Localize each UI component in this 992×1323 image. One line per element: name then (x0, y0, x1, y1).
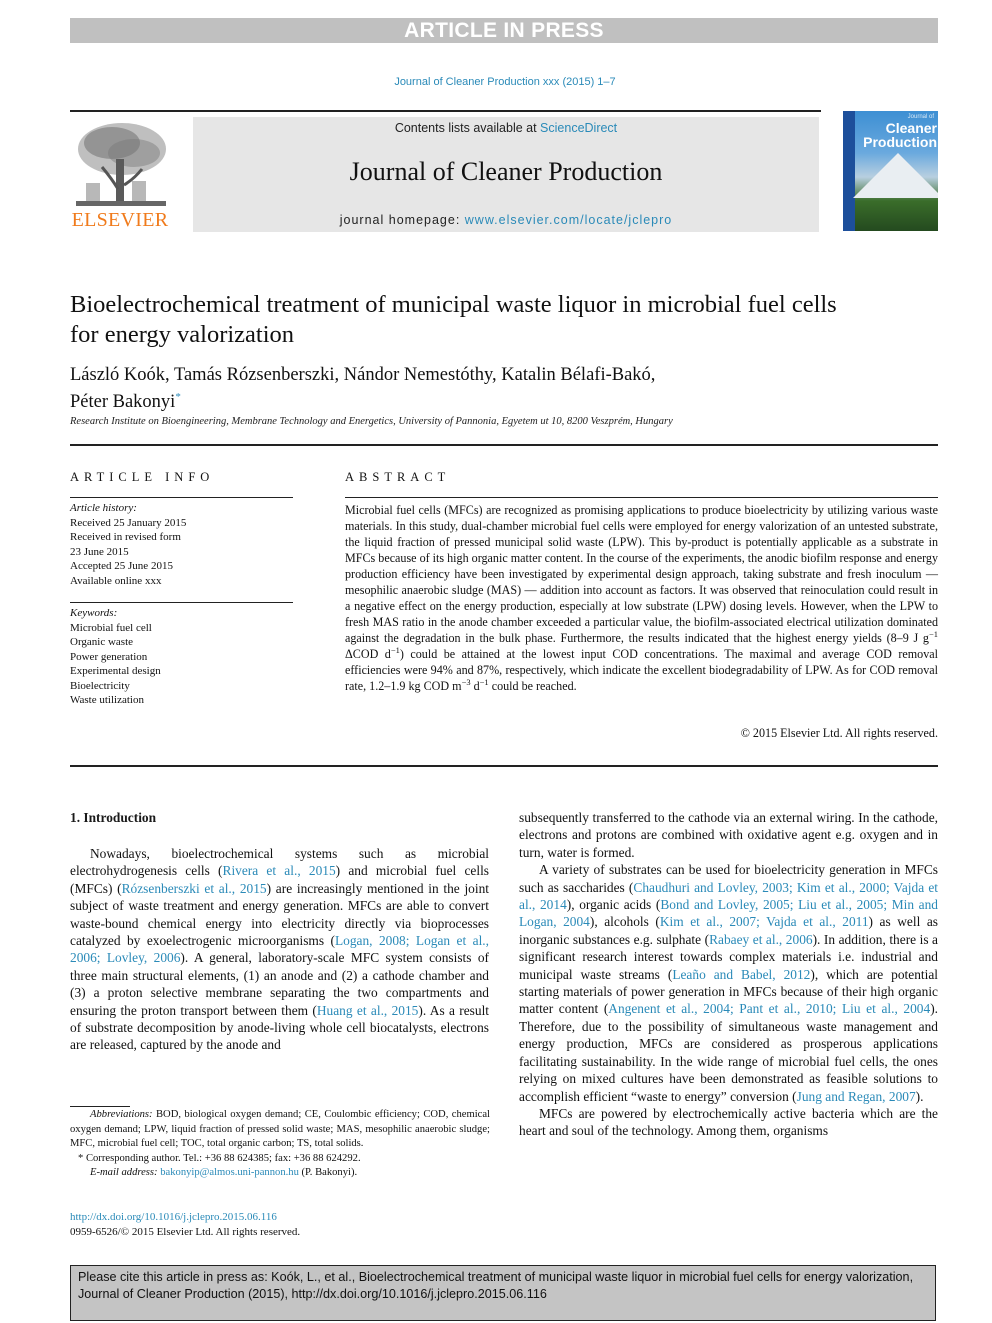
journal-name: Journal of Cleaner Production (349, 157, 663, 186)
doi-block: http://dx.doi.org/10.1016/j.jclepro.2015… (70, 1210, 490, 1240)
abstract-segment: Microbial fuel cells (MFCs) are recogniz… (345, 503, 938, 645)
keyword: Waste utilization (70, 694, 144, 706)
abstract-segment: ΔCOD d (345, 647, 391, 661)
article-in-press-banner: ARTICLE IN PRESS (70, 18, 938, 43)
author-bakonyi: Péter Bakonyi (70, 392, 176, 413)
keyword: Organic waste (70, 636, 134, 648)
citation-link[interactable]: Rózsenberszki et al., 2015 (122, 881, 267, 896)
keywords: Keywords: Microbial fuel cell Organic wa… (70, 606, 293, 708)
article-info-rule (70, 497, 293, 498)
history-item: 23 June 2015 (70, 545, 129, 558)
doi-link[interactable]: http://dx.doi.org/10.1016/j.jclepro.2015… (70, 1210, 490, 1225)
elsevier-logo[interactable]: ELSEVIER (70, 117, 170, 232)
footnotes: Abbreviations: BOD, biological oxygen de… (70, 1108, 490, 1181)
abstract-copyright: © 2015 Elsevier Ltd. All rights reserved… (740, 726, 938, 740)
corresponding-footnote: * Corresponding author. Tel.: +36 88 624… (78, 1152, 361, 1164)
paragraph-text: ), alcohols ( (589, 914, 660, 930)
corresponding-author-link[interactable]: * (175, 391, 181, 403)
abstract-segment: d (470, 679, 480, 693)
journal-header: Contents lists available at ScienceDirec… (193, 117, 819, 232)
article-title: Bioelectrochemical treatment of municipa… (70, 291, 837, 348)
contents-line: Contents lists available at ScienceDirec… (193, 121, 819, 135)
footnote-rule (70, 1106, 130, 1107)
citation-link[interactable]: Angenent et al., 2004; Pant et al., 2010… (608, 1001, 930, 1016)
paragraph-text: MFCs are powered by electrochemically ac… (519, 1105, 938, 1139)
article-history: Article history: Received 25 January 201… (70, 501, 293, 588)
email-link[interactable]: bakonyip@almos.uni-pannon.hu (160, 1167, 299, 1178)
journal-reference-link[interactable]: Journal of Cleaner Production xxx (2015)… (0, 76, 992, 88)
citation-link[interactable]: Huang et al., 2015 (317, 1003, 419, 1018)
right-column: subsequently transferred to the cathode … (519, 809, 938, 1140)
abbreviations-footnote: Abbreviations: BOD, biological oxygen de… (70, 1108, 490, 1152)
paragraph: MFCs are powered by electrochemically ac… (519, 1105, 938, 1140)
history-item: Received 25 January 2015 (70, 516, 187, 529)
issn-line: 0959-6526/© 2015 Elsevier Ltd. All right… (70, 1226, 301, 1238)
elsevier-wordmark: ELSEVIER (71, 209, 169, 231)
mountain-icon (853, 153, 938, 198)
contents-prefix: Contents lists available at (394, 121, 541, 135)
cover-title-line2: Production (863, 134, 937, 150)
abbreviations-label: Abbreviations: (90, 1109, 153, 1120)
abstract-text: Microbial fuel cells (MFCs) are recogniz… (345, 502, 938, 694)
left-column: Nowadays, bioelectrochemical systems suc… (70, 845, 489, 1054)
article-info-heading: ARTICLE INFO (70, 470, 215, 484)
abstract-superscript: −1 (479, 676, 489, 687)
history-item: Accepted 25 June 2015 (70, 560, 173, 572)
email-footnote: E-mail address: bakonyip@almos.uni-panno… (70, 1166, 490, 1181)
citation-notice: Please cite this article in press as: Ko… (70, 1265, 936, 1321)
paragraph: A variety of substrates can be used for … (519, 861, 938, 1105)
abstract-segment: ) could be attained at the lowest input … (345, 647, 938, 693)
authors-line1: László Koók, Tamás Rózsenberszki, Nándor… (70, 365, 656, 385)
keyword: Experimental design (70, 665, 161, 677)
affiliation: Research Institute on Bioengineering, Me… (70, 416, 673, 427)
paragraph-text: ), organic acids ( (566, 897, 661, 913)
history-item: Available online xxx (70, 574, 162, 587)
abstract-superscript: −1 (390, 644, 400, 655)
abstract-superscript: −1 (928, 628, 938, 639)
paragraph: subsequently transferred to the cathode … (519, 809, 938, 861)
paragraph-text: ). (915, 1088, 924, 1104)
abstract-superscript: −3 (461, 676, 471, 687)
history-label: Article history: (70, 502, 137, 514)
homepage-link[interactable]: www.elsevier.com/locate/jclepro (465, 213, 672, 227)
cover-title: Cleaner Production (857, 121, 937, 149)
citation-link[interactable]: Rivera et al., 2015 (223, 863, 336, 878)
history-item: Received in revised form (70, 531, 181, 543)
keyword: Bioelectricity (70, 679, 130, 692)
citation-link[interactable]: Leaño and Babel, 2012 (672, 967, 810, 982)
paragraph: Nowadays, bioelectrochemical systems suc… (70, 845, 489, 1054)
email-label: E-mail address: (90, 1167, 158, 1178)
citation-link[interactable]: Rabaey et al., 2006 (709, 932, 813, 947)
authors: László Koók, Tamás Rózsenberszki, Nándor… (70, 364, 850, 413)
elsevier-tree-icon (76, 123, 166, 206)
abstract-heading: ABSTRACT (345, 470, 451, 484)
journal-cover-image[interactable]: Journal of Cleaner Production (843, 111, 938, 231)
section-divider (70, 444, 938, 446)
abstract-rule (345, 497, 938, 498)
journal-homepage: journal homepage: www.elsevier.com/locat… (193, 213, 819, 227)
homepage-prefix: journal homepage: (339, 213, 465, 227)
keyword: Power generation (70, 650, 148, 663)
citation-link[interactable]: Kim et al., 2007; Vajda et al., 2011 (660, 914, 869, 929)
keywords-rule (70, 602, 293, 603)
introduction-heading: 1. Introduction (70, 810, 157, 825)
header-rule (70, 110, 821, 112)
citation-link[interactable]: Jung and Regan, 2007 (797, 1089, 916, 1104)
paragraph-text: subsequently transferred to the cathode … (519, 810, 938, 860)
abstract-segment: could be reached. (488, 679, 577, 693)
authors-line2: Péter Bakonyi* (70, 386, 850, 413)
body-divider (70, 765, 938, 767)
keyword: Microbial fuel cell (70, 621, 152, 634)
sciencedirect-link[interactable]: ScienceDirect (540, 121, 617, 135)
email-suffix: (P. Bakonyi). (298, 1167, 358, 1178)
keywords-label: Keywords: (70, 607, 118, 619)
cover-title-line1: Cleaner (885, 120, 937, 136)
